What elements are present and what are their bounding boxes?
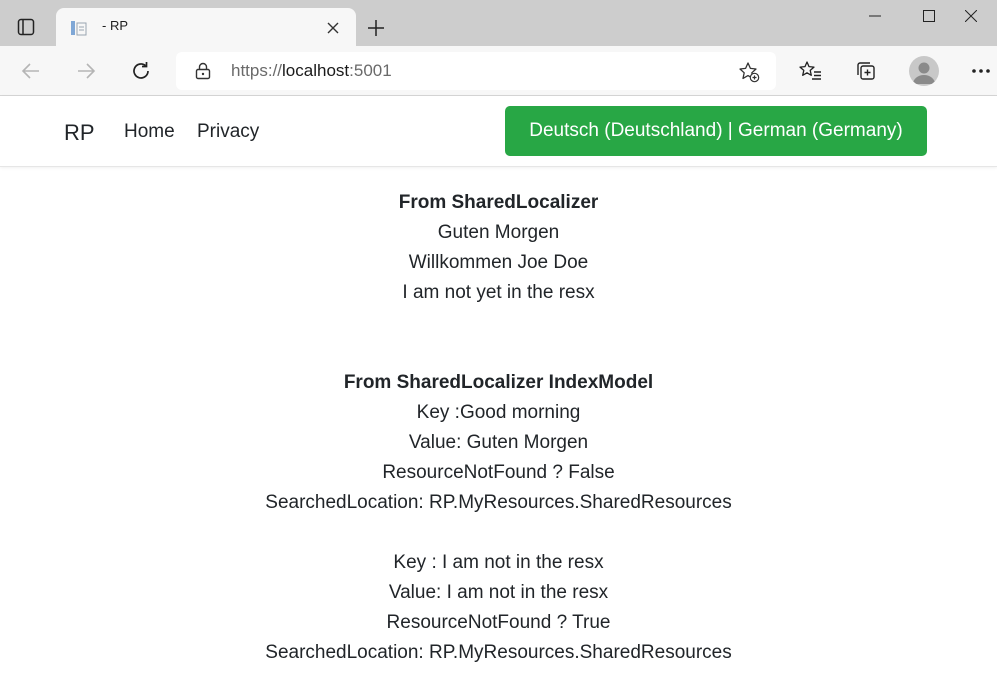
new-tab-icon[interactable]: [362, 14, 390, 42]
browser-tab[interactable]: - RP: [56, 8, 356, 46]
url-host: localhost: [282, 61, 350, 80]
text-line: Key : I am not in the resx: [393, 552, 604, 573]
minimize-icon[interactable]: [849, 0, 901, 32]
language-select-button[interactable]: Deutsch (Deutschland) | German (Germany): [505, 106, 927, 156]
section-heading-indexmodel: From SharedLocalizer IndexModel: [343, 372, 654, 393]
main-content: From SharedLocalizer Guten Morgen Willko…: [0, 188, 997, 668]
close-tab-icon[interactable]: [324, 19, 342, 37]
browser-toolbar: https://localhost:5001: [0, 46, 997, 96]
collections-icon[interactable]: [852, 57, 880, 85]
back-icon[interactable]: [15, 55, 47, 87]
text-line: ResourceNotFound ? True: [386, 612, 611, 633]
text-line: Value: Guten Morgen: [408, 432, 589, 453]
text-line: SearchedLocation: RP.MyResources.SharedR…: [265, 642, 732, 663]
text-line: I am not yet in the resx: [402, 282, 595, 303]
nav-link-privacy[interactable]: Privacy: [197, 121, 259, 143]
address-bar[interactable]: https://localhost:5001: [176, 52, 776, 90]
brand-link[interactable]: RP: [64, 120, 95, 146]
forward-icon[interactable]: [70, 55, 102, 87]
tab-title: - RP: [102, 18, 128, 33]
page-favicon-icon: [70, 19, 90, 37]
url-port: :5001: [349, 61, 392, 80]
text-line: Value: I am not in the resx: [388, 582, 609, 603]
text-line: ResourceNotFound ? False: [382, 462, 615, 483]
url-scheme: https://: [231, 61, 283, 80]
text-line: Willkommen Joe Doe: [408, 252, 589, 273]
site-navbar: RP Home Privacy Deutsch (Deutschland) | …: [0, 96, 997, 167]
tab-actions-icon[interactable]: [10, 14, 42, 40]
nav-link-home[interactable]: Home: [124, 121, 175, 143]
profile-avatar-icon[interactable]: [909, 56, 939, 86]
section-heading-shared-localizer: From SharedLocalizer: [398, 192, 599, 213]
text-line: Key :Good morning: [416, 402, 581, 423]
url-text: https://localhost:5001: [231, 61, 392, 81]
lock-icon[interactable]: [194, 62, 212, 80]
close-window-icon[interactable]: [945, 0, 997, 32]
browser-tabstrip: - RP: [0, 0, 997, 46]
more-options-icon[interactable]: [967, 57, 995, 85]
text-line: SearchedLocation: RP.MyResources.SharedR…: [265, 492, 732, 513]
favorites-icon[interactable]: [797, 57, 825, 85]
text-line: Guten Morgen: [437, 222, 560, 243]
add-favorite-icon[interactable]: [738, 61, 760, 83]
reload-icon[interactable]: [125, 55, 157, 87]
